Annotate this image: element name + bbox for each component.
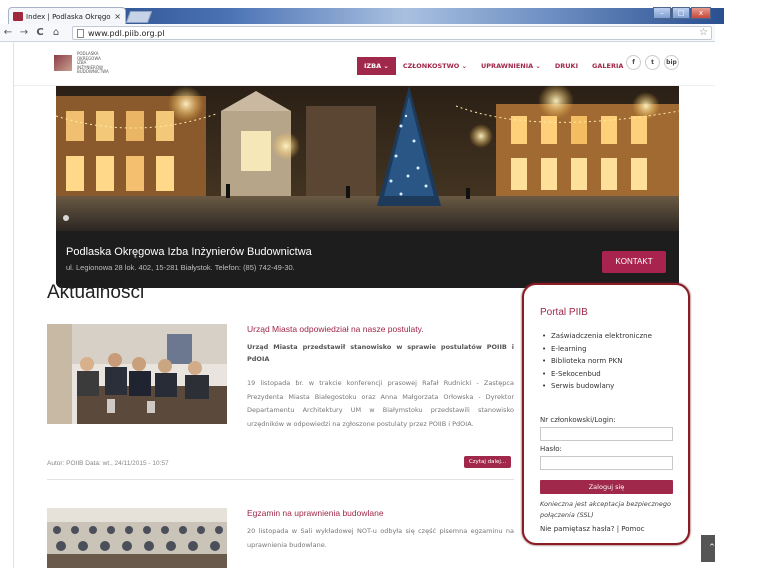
news-body: Urząd Miasta odpowiedział na nasze postu… (247, 324, 514, 431)
login-button[interactable]: Zaloguj się (540, 480, 673, 494)
minimize-button[interactable]: – (653, 7, 671, 19)
news-meta: Autor: POIIB Data: wt., 24/11/2015 - 10:… (47, 460, 169, 467)
news-excerpt: 20 listopada w Sali wykładowej NOT-u odb… (247, 527, 514, 549)
portal-services-list: Zaświadczenia elektroniczne E-learning B… (540, 330, 652, 393)
news-subtitle: Urząd Miasta przedstawił stanowisko w sp… (247, 343, 514, 363)
logo-text: PODLASKA OKRĘGOWA IZBA INŻYNIERÓW BUDOWN… (77, 51, 109, 75)
password-input[interactable] (540, 456, 673, 470)
reload-icon[interactable]: C (32, 27, 48, 38)
portal-link-sekocenbud[interactable]: E-Sekocenbud (540, 368, 652, 381)
hero-photo (56, 86, 679, 231)
page-icon (77, 28, 84, 38)
news-title-link[interactable]: Egzamin na uprawnienia budowlane (247, 508, 514, 518)
url-text: www.pdl.piib.org.pl (88, 28, 165, 38)
login-label: Nr członkowski/Login: (540, 416, 616, 424)
nav-item-czlonkostwo[interactable]: CZŁONKOSTWO ⌄ (396, 57, 474, 75)
browser-toolbar: ← → C ⌂ www.pdl.piib.org.pl ☆ (0, 24, 715, 42)
site-logo[interactable]: PODLASKA OKRĘGOWA IZBA INŻYNIERÓW BUDOWN… (54, 51, 111, 75)
home-icon[interactable]: ⌂ (48, 27, 64, 38)
portal-link-elearning[interactable]: E-learning (540, 343, 652, 356)
nav-item-uprawnienia[interactable]: UPRAWNIENIA ⌄ (474, 57, 548, 75)
hero-banner: Podlaska Okręgowa Izba Inżynierów Budown… (56, 86, 679, 288)
read-more-button[interactable]: Czytaj dalej... (464, 456, 511, 468)
facebook-icon[interactable]: f (626, 55, 641, 70)
twitter-icon[interactable]: t (645, 55, 660, 70)
contact-button[interactable]: KONTAKT (602, 251, 666, 273)
maximize-button[interactable]: □ (672, 7, 690, 19)
portal-title: Portal PIIB (540, 307, 588, 318)
logo-mark-icon (54, 55, 72, 72)
portal-link-zaswiadczenia[interactable]: Zaświadczenia elektroniczne (540, 330, 652, 343)
social-links: f t bip (626, 55, 679, 70)
browser-tabstrip: Index | Podlaska Okręgo × – □ x (0, 0, 757, 25)
nav-item-druki[interactable]: DRUKI (548, 57, 585, 75)
news-thumbnail-image[interactable] (47, 324, 227, 424)
forward-icon[interactable]: → (16, 27, 32, 38)
password-label: Hasło: (540, 445, 562, 453)
portal-link-serwis[interactable]: Serwis budowlany (540, 380, 652, 393)
nav-item-galeria[interactable]: GALERIA (585, 57, 630, 75)
tab-title: Index | Podlaska Okręgo (26, 12, 111, 21)
hero-address: ul. Legionowa 28 lok. 402, 15-281 Białys… (66, 263, 295, 272)
site-header: PODLASKA OKRĘGOWA IZBA INŻYNIERÓW BUDOWN… (14, 42, 715, 86)
bip-icon[interactable]: bip (664, 55, 679, 70)
bookmark-star-icon[interactable]: ☆ (699, 27, 708, 38)
window-controls: – □ x (653, 7, 711, 19)
scroll-to-top-button[interactable]: ⌃ (701, 535, 715, 562)
portal-link-biblioteka[interactable]: Biblioteka norm PKN (540, 355, 652, 368)
address-bar[interactable]: www.pdl.piib.org.pl ☆ (72, 26, 712, 40)
news-item: Urząd Miasta odpowiedział na nasze postu… (47, 324, 514, 454)
favicon-icon (13, 12, 23, 21)
close-tab-icon[interactable]: × (114, 12, 121, 21)
new-tab-button[interactable] (125, 11, 153, 23)
news-thumbnail-image[interactable] (47, 508, 227, 568)
news-excerpt: 19 listopada br. w trakcie konferencji p… (247, 379, 514, 428)
main-navigation: IZBA ⌄ CZŁONKOSTWO ⌄ UPRAWNIENIA ⌄ DRUKI… (357, 57, 630, 75)
news-item: Egzamin na uprawnienia budowlane 20 list… (47, 508, 514, 568)
page-viewport: PODLASKA OKRĘGOWA IZBA INŻYNIERÓW BUDOWN… (13, 42, 715, 568)
news-divider (47, 479, 514, 480)
hero-title: Podlaska Okręgowa Izba Inżynierów Budown… (66, 246, 312, 258)
login-input[interactable] (540, 427, 673, 441)
nav-item-izba[interactable]: IZBA ⌄ (357, 57, 396, 75)
news-title-link[interactable]: Urząd Miasta odpowiedział na nasze postu… (247, 324, 514, 334)
back-icon[interactable]: ← (0, 27, 16, 38)
news-heading: Aktualności (47, 282, 145, 303)
portal-help-links[interactable]: Nie pamiętasz hasła? | Pomoc (540, 525, 644, 533)
browser-tab[interactable]: Index | Podlaska Okręgo × (8, 7, 126, 25)
news-body: Egzamin na uprawnienia budowlane 20 list… (247, 508, 514, 552)
portal-login-box: Portal PIIB Zaświadczenia elektroniczne … (522, 283, 690, 545)
close-window-button[interactable]: x (691, 7, 711, 19)
hero-caption: Podlaska Okręgowa Izba Inżynierów Budown… (56, 231, 679, 288)
ssl-note: Konieczna jest akceptacja bezpiecznego p… (540, 500, 671, 519)
